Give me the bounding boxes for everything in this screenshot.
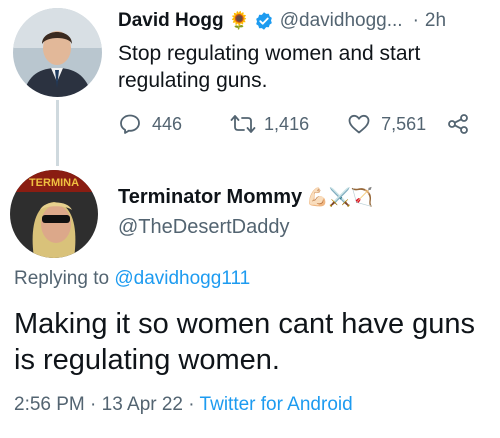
tweet2-date[interactable]: 13 Apr 22 <box>102 394 183 415</box>
retweet-count: 1,416 <box>264 113 310 134</box>
tweet2-author-name[interactable]: Terminator Mommy <box>118 186 302 209</box>
tweet1-action-bar: 446 1,416 7,561 <box>118 112 470 136</box>
retweet-icon <box>230 112 256 136</box>
avatar-photo <box>13 8 102 97</box>
reply-button[interactable]: 446 <box>118 112 182 136</box>
avatar-logo-text: TERMINA <box>29 177 79 189</box>
retweet-button[interactable]: 1,416 <box>230 112 309 136</box>
replying-to-line: Replying to @davidhogg111 <box>14 268 250 290</box>
like-button[interactable]: 7,561 <box>347 112 426 136</box>
terminator-mommy-avatar[interactable]: TERMINA <box>10 170 98 258</box>
tweet2-time[interactable]: 2:56 PM <box>14 394 85 415</box>
tweet2-author-name-row: Terminator Mommy 💪🏻⚔️🏹 <box>118 186 373 209</box>
share-button[interactable] <box>446 112 470 136</box>
author-emojis: 💪🏻⚔️🏹 <box>306 187 374 207</box>
meta-separator: · <box>90 394 97 415</box>
replying-to-label: Replying to <box>14 268 110 289</box>
tweet2-client-link[interactable]: Twitter for Android <box>200 394 353 415</box>
heart-icon <box>347 112 371 136</box>
tweet1-time[interactable]: 2h <box>425 10 446 32</box>
tweet1-dot-separator: · <box>412 10 419 31</box>
tweet2-text: Making it so women cant have guns is reg… <box>14 308 476 376</box>
thread-connector-line <box>56 100 59 166</box>
reply-icon <box>118 112 142 136</box>
tweet2-handle[interactable]: @TheDesertDaddy <box>118 216 289 239</box>
tweet2-meta: 2:56 PM · 13 Apr 22 · Twitter for Androi… <box>14 394 353 416</box>
meta-separator: · <box>188 394 195 415</box>
verified-badge-icon <box>254 11 274 31</box>
reply-count: 446 <box>152 113 183 134</box>
like-count: 7,561 <box>381 113 427 134</box>
david-hogg-avatar[interactable] <box>13 8 102 97</box>
avatar-photo: TERMINA <box>10 170 98 258</box>
tweet1-author-name[interactable]: David Hogg <box>118 10 224 32</box>
sunflower-emoji: 🌻 <box>228 11 250 30</box>
tweet1-handle[interactable]: @davidhogg... <box>280 10 403 32</box>
tweet1-header: David Hogg 🌻 @davidhogg... · 2h <box>118 10 446 32</box>
replying-to-handle-link[interactable]: @davidhogg111 <box>114 268 250 289</box>
share-icon <box>446 112 470 136</box>
tweet1-text: Stop regulating women and start regulati… <box>118 42 421 92</box>
